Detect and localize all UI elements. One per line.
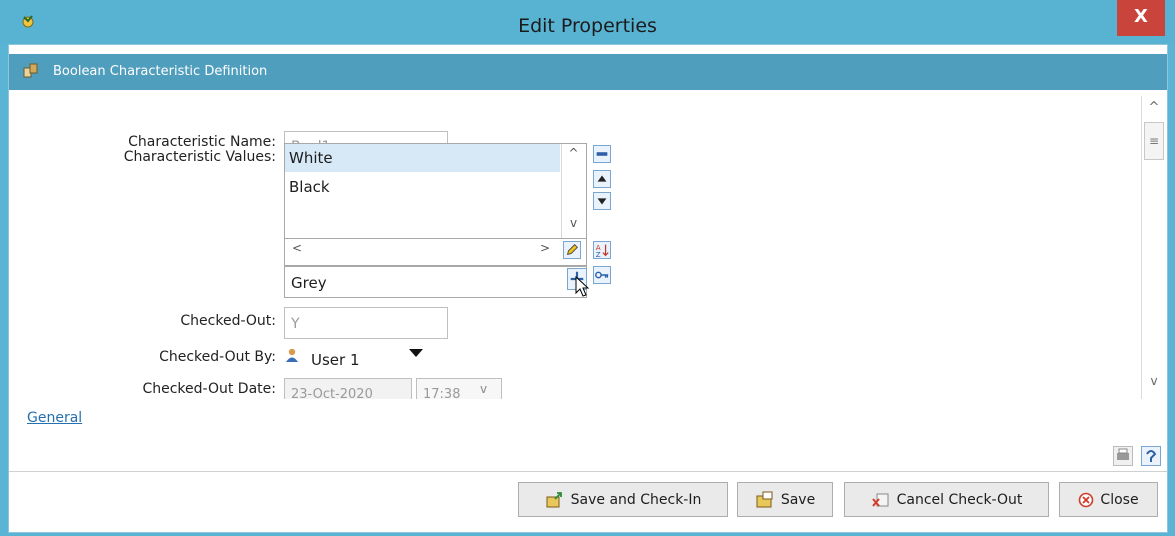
- cancel-check-out-label: Cancel Check-Out: [896, 491, 1023, 508]
- save-label: Save: [780, 491, 816, 508]
- save-button[interactable]: Save: [737, 482, 833, 517]
- key-icon[interactable]: [593, 266, 611, 284]
- scroll-down-icon[interactable]: v: [561, 216, 586, 236]
- edit-value-icon[interactable]: [563, 241, 581, 259]
- checked-out-time-field[interactable]: 17:38: [416, 378, 502, 399]
- scroll-up-icon[interactable]: ^: [1141, 100, 1167, 115]
- window-close-button[interactable]: X: [1117, 0, 1165, 36]
- move-up-icon[interactable]: [593, 170, 611, 188]
- checked-out-date-field[interactable]: 23-Oct-2020: [284, 378, 412, 399]
- footer-divider: [9, 471, 1167, 472]
- time-dropdown-icon[interactable]: v: [480, 382, 487, 396]
- save-and-check-in-label: Save and Check-In: [570, 491, 702, 508]
- cancel-check-out-button[interactable]: Cancel Check-Out: [844, 482, 1049, 517]
- checked-out-by-label: Checked-Out By:: [159, 349, 276, 365]
- print-icon[interactable]: [1113, 446, 1133, 466]
- help-icon[interactable]: [1141, 446, 1161, 466]
- save-and-check-in-button[interactable]: Save and Check-In: [518, 482, 728, 517]
- move-down-icon[interactable]: [593, 192, 611, 210]
- window-title: Edit Properties: [518, 15, 657, 37]
- scroll-thumb[interactable]: ≡: [1144, 122, 1164, 160]
- checked-out-label: Checked-Out:: [180, 313, 276, 329]
- scroll-left-icon[interactable]: <: [292, 241, 306, 261]
- cancel-check-out-icon: [871, 493, 889, 507]
- section-title: Boolean Characteristic Definition: [53, 64, 268, 79]
- new-value-field[interactable]: Grey: [284, 266, 587, 298]
- close-button[interactable]: Close: [1059, 482, 1158, 517]
- definition-icon: [23, 63, 38, 78]
- sort-icon[interactable]: A Z: [593, 241, 611, 259]
- list-item[interactable]: White: [285, 144, 560, 172]
- checked-out-date-clip: 23-Oct-2020 17:38 v: [284, 378, 502, 399]
- checked-out-by-value[interactable]: User 1: [311, 351, 360, 369]
- save-icon: [756, 491, 773, 507]
- close-label: Close: [1100, 491, 1139, 508]
- remove-value-icon[interactable]: [593, 145, 611, 163]
- checked-out-date-label: Checked-Out Date:: [142, 381, 276, 397]
- svg-text:Z: Z: [596, 250, 601, 259]
- dropdown-arrow-icon[interactable]: [408, 348, 424, 358]
- close-circle-icon: [1079, 492, 1094, 507]
- scroll-right-icon[interactable]: >: [540, 241, 554, 261]
- scroll-down-icon[interactable]: v: [1141, 374, 1167, 388]
- mouse-cursor-icon: [575, 276, 590, 297]
- characteristic-values-label: Characteristic Values:: [123, 149, 276, 165]
- characteristic-name-label: Characteristic Name:: [128, 134, 276, 150]
- list-item[interactable]: Black: [285, 173, 560, 201]
- general-link[interactable]: General: [27, 410, 82, 426]
- checked-out-field[interactable]: Y: [284, 307, 448, 339]
- save-check-in-icon: [546, 491, 562, 507]
- user-icon: [286, 348, 298, 362]
- scroll-up-icon[interactable]: ^: [561, 146, 586, 166]
